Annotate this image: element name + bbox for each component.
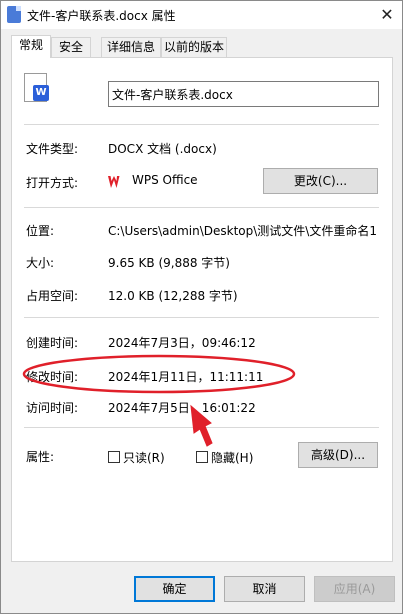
- size-label: 大小:: [26, 256, 55, 270]
- change-button[interactable]: 更改(C)...: [263, 168, 378, 194]
- title-bar: 文件-客户联系表.docx 属性 ✕: [1, 1, 402, 29]
- open-with-label: 打开方式:: [26, 176, 79, 190]
- hidden-label[interactable]: 隐藏(H): [211, 449, 253, 466]
- accessed-label: 访问时间:: [26, 401, 79, 415]
- hidden-checkbox[interactable]: [196, 451, 208, 463]
- created-label: 创建时间:: [26, 336, 79, 350]
- word-document-icon: W: [24, 73, 49, 102]
- file-type-value: DOCX 文档 (.docx): [108, 142, 217, 156]
- tab-previous-versions[interactable]: 以前的版本: [161, 37, 227, 57]
- size-on-disk-label: 占用空间:: [26, 289, 79, 303]
- tab-details[interactable]: 详细信息: [101, 37, 161, 57]
- separator: [24, 124, 379, 125]
- attributes-label: 属性:: [26, 450, 55, 464]
- created-value: 2024年7月3日，09:46:12: [108, 336, 256, 350]
- modified-value: 2024年1月11日，11:11:11: [108, 370, 264, 384]
- properties-dialog: 文件-客户联系表.docx 属性 ✕ 常规 安全 详细信息 以前的版本 W 文件…: [0, 0, 403, 614]
- close-button[interactable]: ✕: [372, 1, 402, 29]
- document-icon: [7, 6, 21, 23]
- file-type-label: 文件类型:: [26, 142, 79, 156]
- advanced-button[interactable]: 高级(D)...: [298, 442, 378, 468]
- general-panel: [11, 57, 393, 562]
- readonly-label[interactable]: 只读(R): [123, 449, 165, 466]
- separator: [24, 427, 379, 428]
- apply-button[interactable]: 应用(A): [314, 576, 395, 602]
- location-value: C:\Users\admin\Desktop\测试文件\文件重命名1: [108, 224, 377, 238]
- window-title: 文件-客户联系表.docx 属性: [27, 9, 176, 23]
- tab-security[interactable]: 安全: [51, 37, 91, 57]
- open-with-value: WPS Office: [132, 173, 198, 187]
- separator: [24, 317, 379, 318]
- filename-input[interactable]: [108, 81, 379, 107]
- size-value: 9.65 KB (9,888 字节): [108, 256, 230, 270]
- ok-button[interactable]: 确定: [134, 576, 215, 602]
- location-label: 位置:: [26, 224, 55, 238]
- accessed-value: 2024年7月5日，16:01:22: [108, 401, 256, 415]
- separator: [24, 207, 379, 208]
- wps-logo-icon: [108, 176, 120, 188]
- modified-label: 修改时间:: [26, 370, 79, 384]
- tab-general[interactable]: 常规: [11, 35, 51, 58]
- cancel-button[interactable]: 取消: [224, 576, 305, 602]
- size-on-disk-value: 12.0 KB (12,288 字节): [108, 289, 238, 303]
- readonly-checkbox[interactable]: [108, 451, 120, 463]
